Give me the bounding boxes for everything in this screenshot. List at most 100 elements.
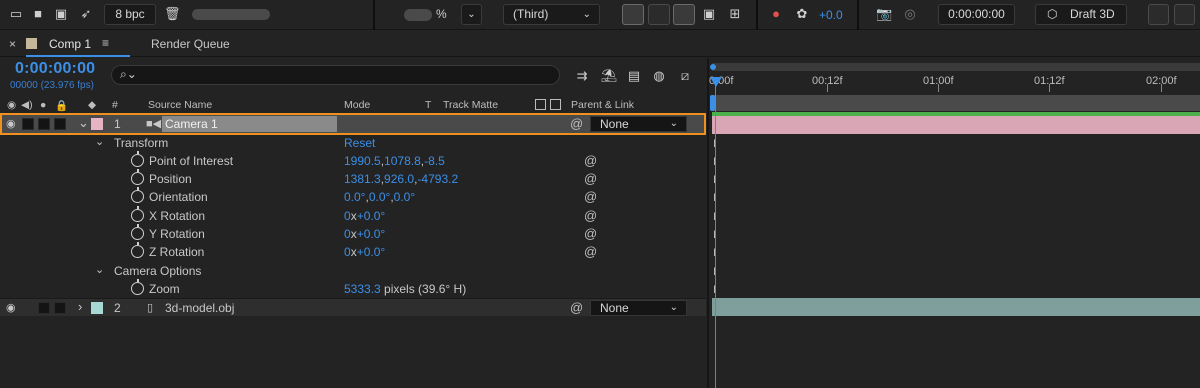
expand-camera-options-icon[interactable]: ⌄ xyxy=(95,263,104,276)
expand-transform-icon[interactable]: ⌄ xyxy=(95,135,104,148)
pick-whip-icon[interactable]: @ xyxy=(584,189,597,204)
comp-start-handle[interactable] xyxy=(710,95,715,111)
keyframe-marker[interactable]: I xyxy=(713,192,719,204)
folder-icon[interactable]: ■ xyxy=(30,6,46,22)
stopwatch-icon[interactable] xyxy=(131,279,144,295)
model-layer-bar[interactable] xyxy=(712,298,1200,316)
view-select[interactable]: (Third) ⌄ xyxy=(503,4,600,25)
grid-icon[interactable]: ⊞ xyxy=(727,6,743,22)
layer-row-model[interactable]: ◉ › 2 ▯ 3d-model.obj @ None ⌄ xyxy=(0,298,706,316)
stopwatch-icon[interactable] xyxy=(131,242,144,258)
time-display[interactable]: 0:00:00:00 xyxy=(938,4,1015,25)
video-switch-icon[interactable]: ◉ xyxy=(7,99,16,111)
bit-depth-button[interactable]: 8 bpc xyxy=(104,4,156,25)
color-channels-icon[interactable]: ● xyxy=(768,6,784,22)
eye-icon[interactable]: ◉ xyxy=(6,117,16,130)
expand-layer-icon[interactable]: › xyxy=(78,299,82,314)
search-input[interactable]: ⌕⌄ xyxy=(111,65,560,85)
transform-group-row[interactable]: ⌄ Transform Reset xyxy=(0,134,706,152)
transparency-grid-button[interactable] xyxy=(648,4,670,25)
property-value[interactable]: 0x+0.0° xyxy=(344,227,385,241)
pick-whip-icon[interactable]: @ xyxy=(584,208,597,223)
parent-select[interactable]: None ⌄ xyxy=(590,300,687,316)
keyframe-marker[interactable]: I xyxy=(713,284,719,296)
renderer-button[interactable]: ⬡ Draft 3D xyxy=(1035,4,1127,25)
camera-layer-bar[interactable] xyxy=(712,116,1200,134)
flowchart-icon[interactable]: ➶ xyxy=(78,6,94,22)
label-column-icon[interactable]: ◆ xyxy=(88,99,96,111)
track-matte-column-header[interactable]: Track Matte xyxy=(443,99,498,111)
stopwatch-icon[interactable] xyxy=(131,187,144,203)
solo-toggle[interactable] xyxy=(38,118,50,130)
solo-toggle[interactable] xyxy=(38,302,50,314)
shy-layers-icon[interactable]: ▤ xyxy=(625,67,643,85)
pick-whip-icon[interactable]: @ xyxy=(570,300,583,315)
zoom-dropdown[interactable]: ⌄ xyxy=(461,4,482,25)
parent-select[interactable]: None ⌄ xyxy=(590,116,687,132)
fast-preview-button[interactable] xyxy=(622,4,644,25)
show-snapshot-icon[interactable]: ◎ xyxy=(902,6,918,22)
keyframe-marker[interactable]: I xyxy=(713,156,719,168)
label-color-swatch[interactable] xyxy=(91,302,103,314)
graph-editor-icon[interactable]: ⧄ xyxy=(676,67,694,85)
property-value[interactable]: 0x+0.0° xyxy=(344,209,385,223)
stopwatch-icon[interactable] xyxy=(131,169,144,185)
pick-whip-icon[interactable]: @ xyxy=(584,244,597,259)
pick-whip-icon[interactable]: @ xyxy=(570,116,583,131)
tab-render-queue[interactable]: Render Queue xyxy=(151,37,230,51)
keyframe-marker[interactable]: I xyxy=(713,247,719,259)
3d-view-alt-button[interactable] xyxy=(1174,4,1195,25)
property-value[interactable]: 1381.3,926.0,-4793.2 xyxy=(344,172,458,186)
matte-switch-icon[interactable] xyxy=(535,99,546,110)
audio-toggle[interactable] xyxy=(22,118,34,130)
keyframe-marker[interactable]: I xyxy=(713,138,719,150)
mode-column-header[interactable]: Mode xyxy=(344,99,370,111)
property-value[interactable]: 0x+0.0° xyxy=(344,245,385,259)
work-area-start-handle[interactable] xyxy=(710,64,716,70)
current-time-display[interactable]: 0:00:00:00 xyxy=(15,60,95,78)
solo-switch-icon[interactable]: ● xyxy=(40,99,46,111)
tab-comp-1[interactable]: Comp 1 xyxy=(49,37,91,51)
parent-link-column-header[interactable]: Parent & Link xyxy=(571,99,634,111)
keyframe-marker[interactable]: I xyxy=(713,174,719,186)
alpha-switch-icon[interactable] xyxy=(550,99,561,110)
close-tab-icon[interactable]: × xyxy=(9,37,16,51)
magnification-slider[interactable] xyxy=(404,9,432,21)
stopwatch-icon[interactable] xyxy=(131,206,144,222)
property-value[interactable]: 5333.3 pixels (39.6° H) xyxy=(344,282,466,296)
trash-icon[interactable]: 🗑 xyxy=(164,6,181,22)
keyframe-marker[interactable]: I xyxy=(713,211,719,223)
pick-whip-icon[interactable]: @ xyxy=(584,153,597,168)
3d-view-button[interactable] xyxy=(1148,4,1169,25)
lock-switch-icon[interactable]: 🔒 xyxy=(55,99,68,112)
draft-3d-icon[interactable]: ⛱ xyxy=(600,67,618,85)
keyframe-marker[interactable]: I xyxy=(713,266,719,278)
audio-switch-icon[interactable]: ◀) xyxy=(21,99,33,111)
progress-slider[interactable] xyxy=(192,9,270,20)
expand-layer-icon[interactable]: ⌄ xyxy=(78,115,89,131)
number-column-header[interactable]: # xyxy=(112,99,118,111)
source-name-column-header[interactable]: Source Name xyxy=(148,99,212,111)
film-icon[interactable]: ▣ xyxy=(53,6,69,22)
exposure-value[interactable]: +0.0 xyxy=(819,8,843,22)
layer-row-camera[interactable]: ◉ ⌄ 1 ■◀ Camera 1 @ None ⌄ xyxy=(0,115,706,133)
motion-blur-icon[interactable]: ◍ xyxy=(650,67,668,85)
camera-options-group-row[interactable]: ⌄ Camera Options xyxy=(0,262,706,280)
keyframe-marker[interactable]: I xyxy=(713,229,719,241)
mask-path-button[interactable] xyxy=(673,4,695,25)
property-value[interactable]: 1990.5,1078.8,-8.5 xyxy=(344,154,445,168)
transform-reset-link[interactable]: Reset xyxy=(344,136,375,150)
eye-icon[interactable]: ◉ xyxy=(6,301,16,314)
lock-toggle[interactable] xyxy=(54,302,66,314)
playhead-handle[interactable] xyxy=(710,77,722,87)
exposure-icon[interactable]: ✿ xyxy=(794,6,810,22)
camera-snapshot-icon[interactable]: 📷 xyxy=(876,6,892,22)
tab-menu-icon[interactable]: ≡ xyxy=(102,36,109,50)
monitor-icon[interactable]: ▭ xyxy=(8,6,24,22)
stopwatch-icon[interactable] xyxy=(131,224,144,240)
time-ruler[interactable]: 0:00f 00:12f 01:00f 01:12f 02:00f xyxy=(709,71,1200,93)
t-column-header[interactable]: T xyxy=(425,99,431,111)
lock-toggle[interactable] xyxy=(54,118,66,130)
property-value[interactable]: 0.0°,0.0°,0.0° xyxy=(344,190,415,204)
layer-name[interactable]: Camera 1 xyxy=(162,116,337,132)
